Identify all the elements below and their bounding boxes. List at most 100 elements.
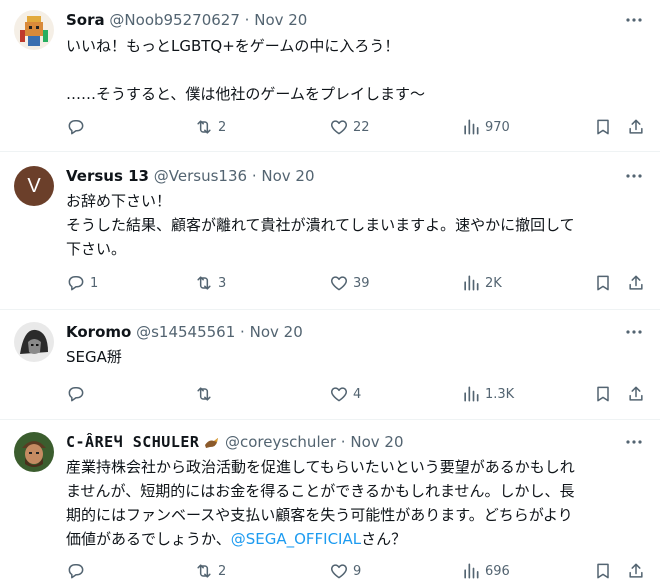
like-button[interactable]: 39 bbox=[329, 273, 370, 293]
mention-link[interactable]: @SEGA_OFFICIAL bbox=[231, 530, 361, 548]
repost-arrows-icon bbox=[197, 564, 211, 578]
share-upload-icon bbox=[629, 119, 643, 134]
tweet-text-line: いいね！もっとLGBTQ+をゲームの中に入ろう！ bbox=[66, 37, 400, 55]
more-options-icon[interactable] bbox=[624, 166, 644, 186]
repost-arrows-icon bbox=[197, 387, 211, 401]
heart-icon bbox=[330, 120, 348, 135]
separator-dot: · bbox=[340, 433, 346, 451]
tweet[interactable]: C-ÂREЧ SCHULER @coreyschuler · Nov 20 産業… bbox=[0, 420, 660, 588]
more-options-icon[interactable] bbox=[624, 432, 644, 452]
like-button[interactable]: 22 bbox=[329, 117, 370, 137]
views-button[interactable]: 2K bbox=[461, 273, 502, 293]
action-bar: 4 1.3K bbox=[66, 384, 646, 404]
bookmark-button[interactable] bbox=[593, 561, 613, 581]
tweet[interactable]: Koromo @s14545561 · Nov 20 SEGA掰 4 1.3K bbox=[0, 310, 660, 420]
share-button[interactable] bbox=[626, 384, 646, 404]
repost-count: 3 bbox=[218, 275, 227, 291]
tweet-text-line: お辞め下さい！ bbox=[66, 192, 172, 210]
bookmark-icon bbox=[597, 386, 609, 402]
user-handle[interactable]: @Noob95270627 bbox=[109, 11, 239, 29]
repost-button[interactable]: 2 bbox=[194, 561, 226, 581]
bookmark-button[interactable] bbox=[593, 384, 613, 404]
tweet-header: Sora @Noob95270627 · Nov 20 bbox=[66, 10, 620, 30]
bookmark-button[interactable] bbox=[593, 117, 613, 137]
share-upload-icon bbox=[629, 563, 643, 578]
tweet-date[interactable]: Nov 20 bbox=[250, 323, 303, 341]
tweet-text: お辞め下さい！ そうした結果、顧客が離れて貴社が潰れてしまいますよ。速やかに撤回… bbox=[66, 189, 644, 261]
action-bar: 2 9 696 bbox=[66, 561, 646, 581]
like-count: 39 bbox=[353, 275, 370, 291]
repost-count: 2 bbox=[218, 119, 227, 135]
tweet-text-line: そうした結果、顧客が離れて貴社が潰れてしまいますよ。速やかに撤回して bbox=[66, 216, 575, 234]
like-button[interactable]: 4 bbox=[329, 384, 361, 404]
avatar[interactable] bbox=[14, 322, 54, 362]
share-upload-icon bbox=[629, 386, 643, 401]
share-button[interactable] bbox=[626, 561, 646, 581]
tweet-text: いいね！もっとLGBTQ+をゲームの中に入ろう！ ​ ……そうすると、僕は他社の… bbox=[66, 34, 644, 106]
reply-button[interactable] bbox=[66, 561, 90, 581]
bookmark-icon bbox=[597, 563, 609, 579]
repost-button[interactable]: 3 bbox=[194, 273, 226, 293]
repost-arrows-icon bbox=[197, 120, 211, 134]
tweet-date[interactable]: Nov 20 bbox=[350, 433, 403, 451]
view-count: 1.3K bbox=[485, 386, 515, 402]
tweet-text-line: SEGA掰 bbox=[66, 348, 122, 366]
views-button[interactable]: 970 bbox=[461, 117, 510, 137]
reply-bubble-icon bbox=[68, 387, 84, 402]
reply-button[interactable]: 1 bbox=[66, 273, 98, 293]
reply-button[interactable] bbox=[66, 384, 90, 404]
user-handle[interactable]: @coreyschuler bbox=[225, 433, 336, 451]
like-button[interactable]: 9 bbox=[329, 561, 361, 581]
more-options-icon[interactable] bbox=[624, 322, 644, 342]
bird-emoji-icon bbox=[204, 434, 220, 448]
display-name[interactable]: Sora bbox=[66, 11, 105, 29]
avatar[interactable] bbox=[14, 432, 54, 472]
repost-count: 2 bbox=[218, 563, 227, 579]
tweet-date[interactable]: Nov 20 bbox=[261, 167, 314, 185]
view-count: 970 bbox=[485, 119, 510, 135]
display-name[interactable]: Versus 13 bbox=[66, 167, 149, 185]
avatar[interactable] bbox=[14, 10, 54, 50]
action-bar: 1 3 39 2K bbox=[66, 273, 646, 293]
like-count: 22 bbox=[353, 119, 370, 135]
display-name[interactable]: Koromo bbox=[66, 323, 131, 341]
separator-dot: · bbox=[240, 323, 245, 341]
tweet-date[interactable]: Nov 20 bbox=[254, 11, 307, 29]
views-button[interactable]: 696 bbox=[461, 561, 510, 581]
bar-chart-icon bbox=[464, 275, 479, 291]
bar-chart-icon bbox=[464, 563, 479, 579]
avatar[interactable]: V bbox=[14, 166, 54, 206]
views-button[interactable]: 1.3K bbox=[461, 384, 514, 404]
tweet[interactable]: Sora @Noob95270627 · Nov 20 いいね！もっとLGBTQ… bbox=[0, 0, 660, 152]
separator-dot: · bbox=[244, 11, 250, 29]
tweet-text-line: 価値があるでしょうか、@SEGA_OFFICIALさん？ bbox=[66, 527, 644, 551]
user-handle[interactable]: @Versus136 bbox=[154, 167, 247, 185]
tweet[interactable]: V Versus 13 @Versus136 · Nov 20 お辞め下さい！ … bbox=[0, 152, 660, 310]
reply-button[interactable] bbox=[66, 117, 90, 137]
share-upload-icon bbox=[629, 275, 643, 290]
tweet-text-line: 下さい。 bbox=[66, 240, 127, 258]
reply-bubble-icon bbox=[68, 564, 84, 579]
tweet-text-line: 期的にはファンベースや支払い顧客を失う可能性があります。どちらがより bbox=[66, 506, 573, 524]
user-handle[interactable]: @s14545561 bbox=[136, 323, 235, 341]
tweet-text-line: ……そうすると、僕は他社のゲームをプレイします〜 bbox=[66, 85, 425, 103]
bar-chart-icon bbox=[464, 386, 479, 402]
repost-button[interactable] bbox=[194, 384, 218, 404]
heart-icon bbox=[330, 387, 348, 402]
repost-button[interactable]: 2 bbox=[194, 117, 226, 137]
reply-count: 1 bbox=[90, 275, 99, 291]
bookmark-button[interactable] bbox=[593, 273, 613, 293]
tweet-header: Koromo @s14545561 · Nov 20 bbox=[66, 322, 620, 342]
share-button[interactable] bbox=[626, 273, 646, 293]
tweet-text-line: 産業持株会社から政治活動を促進してもらいたいという要望があるかもしれ bbox=[66, 458, 575, 476]
action-bar: 2 22 970 bbox=[66, 117, 646, 137]
avatar-letter: V bbox=[27, 174, 41, 197]
heart-icon bbox=[330, 564, 348, 579]
display-name[interactable]: C-ÂREЧ SCHULER bbox=[66, 433, 199, 451]
tweet-text-fragment: 価値があるでしょうか、 bbox=[66, 530, 231, 548]
share-button[interactable] bbox=[626, 117, 646, 137]
tweet-text-line: ​ bbox=[66, 58, 644, 82]
more-options-icon[interactable] bbox=[624, 10, 644, 30]
tweet-text: SEGA掰 bbox=[66, 345, 644, 369]
tweet-feed: Sora @Noob95270627 · Nov 20 いいね！もっとLGBTQ… bbox=[0, 0, 660, 588]
